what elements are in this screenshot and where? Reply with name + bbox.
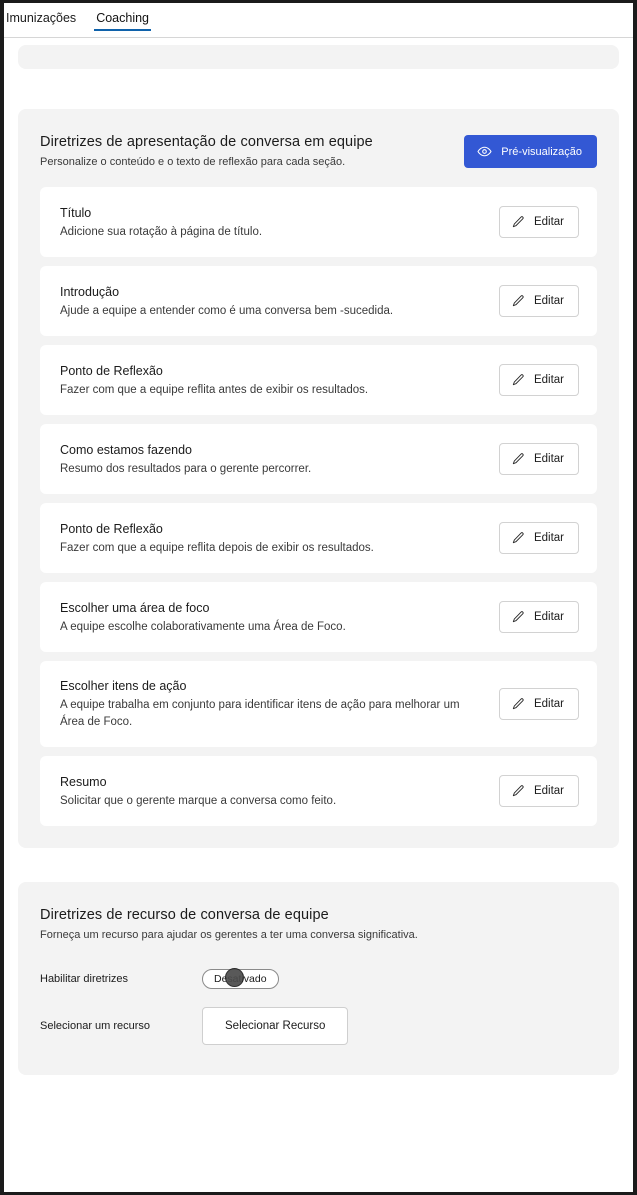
pencil-icon (511, 610, 525, 624)
edit-button-label: Editar (533, 611, 564, 623)
resource-header: Diretrizes de recurso de conversa de equ… (40, 906, 597, 943)
panel-header: Diretrizes de apresentação de conversa e… (40, 133, 597, 170)
edit-button-label: Editar (533, 785, 564, 797)
enable-guidelines-label: Habilitar diretrizes (40, 972, 129, 985)
tab-bar: Imunizações Coaching (4, 3, 633, 38)
panel-heading-group: Diretrizes de apresentação de conversa e… (40, 133, 373, 170)
section-text: Resumo Solicitar que o gerente marque a c… (60, 773, 350, 810)
page-body: Diretrizes de apresentação de conversa e… (4, 45, 633, 1192)
tab-coaching[interactable]: Coaching (86, 3, 159, 31)
select-resource-button[interactable]: Selecionar Recurso (202, 1007, 349, 1045)
section-description: Resumo dos resultados para o gerente per… (60, 462, 312, 475)
edit-button[interactable]: Editar (498, 364, 579, 396)
section-title: Ponto de Reflexão (60, 363, 163, 378)
edit-button-label: Editar (533, 698, 564, 710)
edit-button-label: Editar (533, 453, 564, 465)
pencil-icon (511, 531, 525, 545)
section-text: Introdução Ajude a equipe a entender como… (60, 283, 407, 320)
section-title: Escolher itens de ação (60, 679, 187, 693)
edit-button[interactable]: Editar (498, 775, 579, 807)
pencil-icon (511, 215, 525, 229)
section-description: Solicitar que o gerente marque a convers… (60, 794, 337, 807)
enable-guidelines-row: Habilitar diretrizes Desativado (40, 968, 597, 989)
pencil-icon (511, 373, 525, 387)
section-row: Ponto de Reflexão Fazer com que a equipe … (40, 503, 597, 573)
edit-button[interactable]: Editar (498, 601, 579, 633)
section-row: Escolher itens de ação A equipe trabalha … (40, 661, 597, 747)
pencil-icon (511, 784, 525, 798)
section-description: Fazer com que a equipe reflita depois de… (60, 541, 374, 554)
section-text: Ponto de Reflexão Fazer com que a equipe … (60, 362, 382, 399)
section-text: Escolher itens de ação A equipe trabalha … (60, 677, 499, 731)
section-description: Ajude a equipe a entender como é uma con… (60, 304, 394, 317)
edit-button-label: Editar (533, 374, 564, 386)
section-description: Adicione sua rotação à página de título. (60, 225, 263, 238)
resource-guidelines-panel: Diretrizes de recurso de conversa de equ… (18, 882, 619, 1075)
section-text: Ponto de Reflexão Fazer com que a equipe … (60, 520, 388, 557)
section-description: Fazer com que a equipe reflita antes de … (60, 383, 369, 396)
app-window: Imunizações Coaching Diretrizes de apres… (0, 0, 637, 1195)
section-text: Escolher uma área de foco A equipe escolh… (60, 599, 360, 636)
pencil-icon (511, 294, 525, 308)
enable-guidelines-toggle[interactable]: Desativado (202, 968, 279, 989)
eye-icon (477, 144, 492, 159)
section-title: Introdução (60, 284, 120, 299)
section-row: Como estamos fazendo Resumo dos resultado… (40, 424, 597, 494)
pencil-icon (511, 452, 525, 466)
sections-list: Título Adicione sua rotação à página de t… (40, 187, 597, 826)
edit-button-label: Editar (533, 295, 564, 307)
page-subtitle: Personalize o conteúdo e o texto de refl… (40, 156, 346, 168)
section-title: Ponto de Reflexão (60, 521, 163, 536)
pencil-icon (511, 697, 525, 711)
preview-button-label: Pré-visualização (501, 145, 582, 158)
tab-active-indicator (94, 29, 152, 31)
section-text: Como estamos fazendo Resumo dos resultado… (60, 441, 325, 478)
edit-button[interactable]: Editar (498, 206, 579, 238)
previous-panel-clipped (18, 45, 619, 69)
section-row: Ponto de Reflexão Fazer com que a equipe … (40, 345, 597, 415)
section-title: Escolher uma área de foco (60, 600, 210, 615)
edit-button[interactable]: Editar (498, 285, 579, 317)
section-title: Como estamos fazendo (60, 442, 193, 457)
section-row: Resumo Solicitar que o gerente marque a c… (40, 756, 597, 826)
section-title: Resumo (60, 774, 107, 789)
section-row: Título Adicione sua rotação à página de t… (40, 187, 597, 257)
section-text: Título Adicione sua rotação à página de t… (60, 204, 276, 241)
select-resource-label: Selecionar um recurso (40, 1019, 151, 1032)
edit-button[interactable]: Editar (498, 688, 579, 720)
edit-button[interactable]: Editar (498, 443, 579, 475)
tab-imunizacoes[interactable]: Imunizações (4, 3, 86, 31)
page-title: Diretrizes de apresentação de conversa e… (40, 134, 373, 150)
tab-label: Coaching (96, 11, 150, 25)
edit-button-label: Editar (533, 532, 564, 544)
section-row: Escolher uma área de foco A equipe escolh… (40, 582, 597, 652)
toggle-state-label: Desativado (214, 973, 267, 985)
presentation-guidelines-panel: Diretrizes de apresentação de conversa e… (18, 109, 619, 848)
section-row: Introdução Ajude a equipe a entender como… (40, 266, 597, 336)
tab-label: Imunizações (6, 11, 77, 25)
edit-button[interactable]: Editar (498, 522, 579, 554)
select-resource-row: Selecionar um recurso Selecionar Recurso (40, 1007, 597, 1045)
edit-button-label: Editar (533, 216, 564, 228)
preview-button[interactable]: Pré-visualização (464, 135, 597, 168)
section-title: Título (60, 205, 92, 220)
section-description: A equipe trabalha em conjunto para ident… (60, 699, 460, 728)
resource-panel-subtitle: Forneça um recurso para ajudar os gerent… (40, 929, 418, 941)
section-description: A equipe escolhe colaborativamente uma Á… (60, 620, 346, 633)
resource-panel-title: Diretrizes de recurso de conversa de equ… (40, 907, 329, 923)
